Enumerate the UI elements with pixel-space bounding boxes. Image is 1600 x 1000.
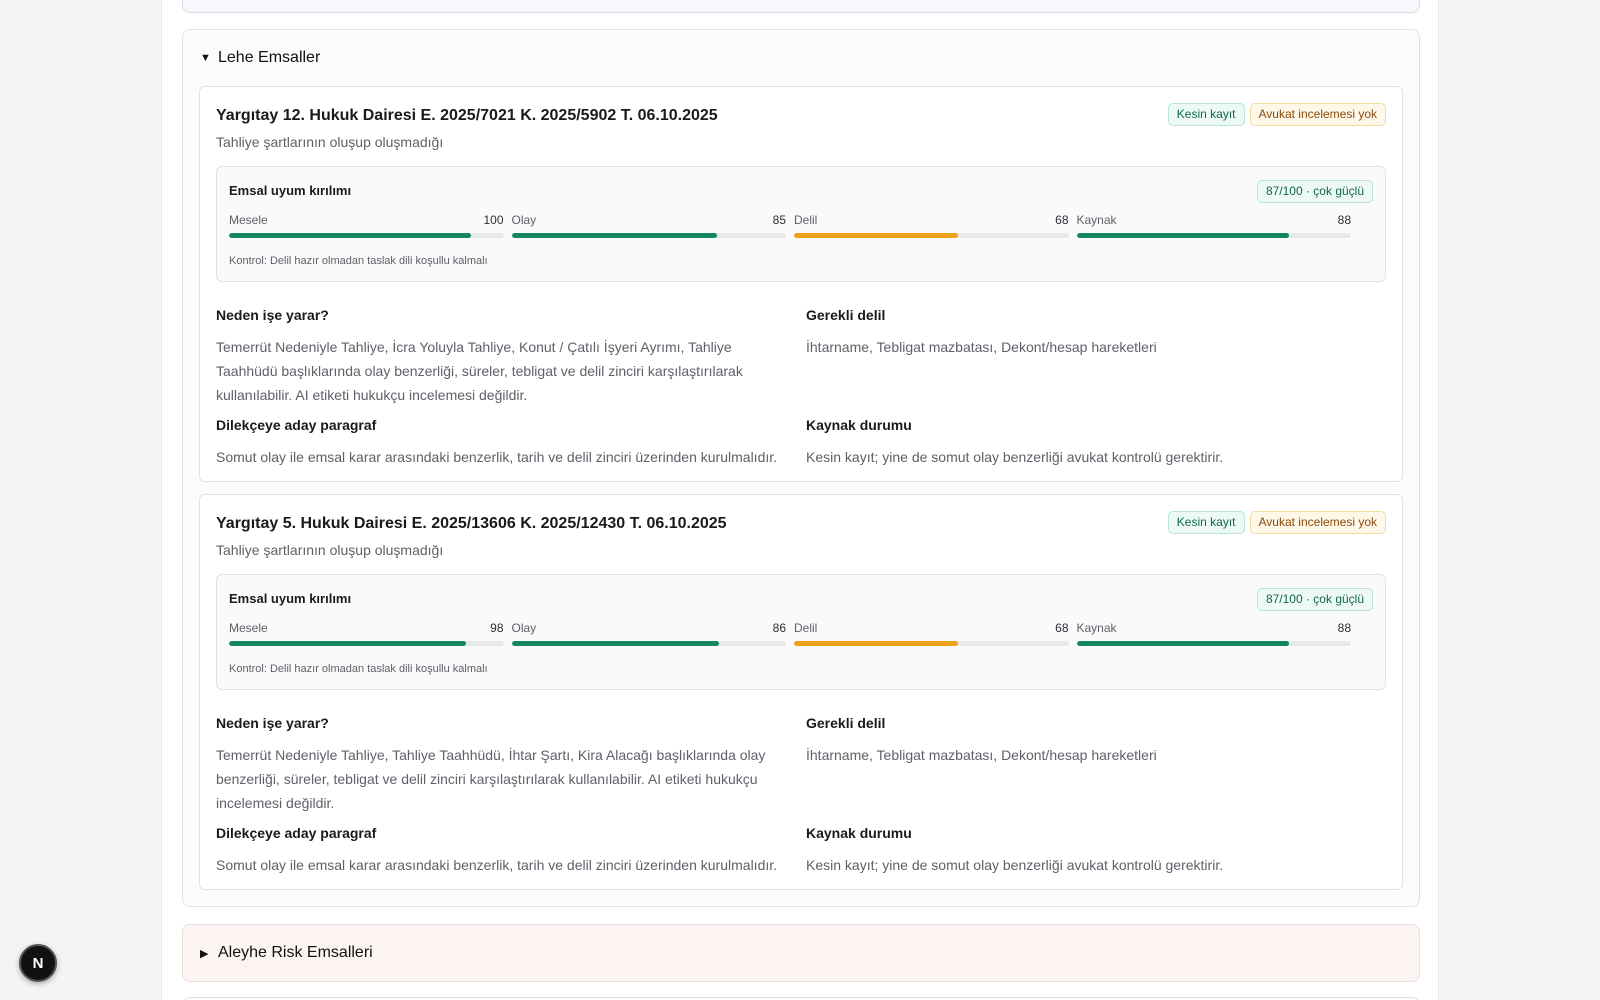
nextjs-logo-icon[interactable]: N — [19, 944, 57, 982]
metric-mesele: Mesele 98 — [229, 621, 504, 646]
aleyhe-risk-toggle[interactable]: ▶ Aleyhe Risk Emsalleri — [200, 944, 373, 962]
lehe-emsaller-section: ▼ Lehe Emsaller Yargıtay 12. Hukuk Daire… — [182, 29, 1420, 907]
metric-fill — [511, 233, 717, 238]
case-subtitle: Tahliye şartlarının oluşup oluşmadığı — [216, 542, 444, 558]
candidate-paragraph-block: Dilekçeye aday paragraf Somut olay ile e… — [216, 825, 796, 877]
why-useful-block: Neden işe yarar? Temerrüt Nedeniyle Tahl… — [216, 715, 796, 815]
metric-track — [511, 233, 786, 238]
metric-value: 100 — [483, 213, 504, 227]
metric-value: 98 — [490, 621, 504, 635]
required-evidence-block: Gerekli delil İhtarname, Tebligat mazbat… — [806, 307, 1386, 359]
source-status-block: Kaynak durumu Kesin kayıt; yine de somut… — [806, 417, 1386, 469]
metric-value: 68 — [1055, 621, 1069, 635]
metric-fill — [1076, 233, 1290, 238]
caret-right-icon: ▶ — [200, 947, 209, 960]
review-status-badge: Avukat incelemesi yok — [1249, 511, 1386, 534]
review-status-badge: Avukat incelemesi yok — [1249, 103, 1386, 126]
metric-olay: Olay 86 — [511, 621, 786, 646]
section-title: Aleyhe Risk Emsalleri — [218, 944, 373, 961]
case-card: Yargıtay 5. Hukuk Dairesi E. 2025/13606 … — [199, 494, 1403, 890]
metric-label: Olay — [511, 213, 537, 227]
metric-fill — [794, 641, 959, 646]
metric-label: Mesele — [229, 621, 268, 635]
case-title[interactable]: Yargıtay 12. Hukuk Dairesi E. 2025/7021 … — [216, 107, 718, 125]
metric-fill — [511, 641, 720, 646]
source-status-block: Kaynak durumu Kesin kayıt; yine de somut… — [806, 825, 1386, 877]
score-title: Emsal uyum kırılımı — [229, 591, 352, 606]
metric-track — [229, 641, 504, 646]
metric-value: 85 — [772, 213, 786, 227]
case-subtitle: Tahliye şartlarının oluşup oluşmadığı — [216, 134, 444, 150]
metric-value: 68 — [1055, 213, 1069, 227]
why-title: Neden işe yarar? — [216, 715, 329, 731]
source-title: Kaynak durumu — [806, 825, 912, 841]
score-breakdown: Emsal uyum kırılımı 87/100 · çok güçlü M… — [216, 166, 1386, 282]
caret-down-icon: ▼ — [200, 52, 211, 64]
score-badge: 87/100 · çok güçlü — [1256, 180, 1373, 203]
metric-fill — [794, 233, 959, 238]
evidence-text: İhtarname, Tebligat mazbatası, Dekont/he… — [806, 339, 1157, 355]
metric-label: Delil — [794, 621, 818, 635]
paragraph-text: Somut olay ile emsal karar arasındaki be… — [216, 857, 778, 873]
metric-fill — [1076, 641, 1290, 646]
source-text: Kesin kayıt; yine de somut olay benzerli… — [806, 449, 1224, 465]
evidence-title: Gerekli delil — [806, 307, 886, 323]
evidence-text: İhtarname, Tebligat mazbatası, Dekont/he… — [806, 747, 1157, 763]
required-evidence-block: Gerekli delil İhtarname, Tebligat mazbat… — [806, 715, 1386, 767]
score-note: Kontrol: Delil hazır olmadan taslak dili… — [229, 663, 488, 675]
metric-label: Mesele — [229, 213, 268, 227]
metric-delil: Delil 68 — [794, 213, 1069, 238]
score-note: Kontrol: Delil hazır olmadan taslak dili… — [229, 255, 488, 267]
metric-label: Olay — [511, 621, 537, 635]
metric-label: Kaynak — [1076, 213, 1117, 227]
case-card: Yargıtay 12. Hukuk Dairesi E. 2025/7021 … — [199, 86, 1403, 482]
metric-fill — [229, 641, 466, 646]
metric-track — [229, 233, 504, 238]
metric-fill — [229, 233, 471, 238]
score-badge: 87/100 · çok güçlü — [1256, 588, 1373, 611]
metric-label: Delil — [794, 213, 818, 227]
why-useful-block: Neden işe yarar? Temerrüt Nedeniyle Tahl… — [216, 307, 796, 407]
case-title[interactable]: Yargıtay 5. Hukuk Dairesi E. 2025/13606 … — [216, 515, 727, 533]
metric-value: 86 — [772, 621, 786, 635]
metric-track — [511, 641, 786, 646]
paragraph-title: Dilekçeye aday paragraf — [216, 825, 377, 841]
section-title: Lehe Emsaller — [218, 49, 321, 66]
score-title: Emsal uyum kırılımı — [229, 183, 352, 198]
aleyhe-risk-section: ▶ Aleyhe Risk Emsalleri — [182, 924, 1420, 982]
source-text: Kesin kayıt; yine de somut olay benzerli… — [806, 857, 1224, 873]
metric-value: 88 — [1337, 621, 1351, 635]
main-content: ▼ Lehe Emsaller Yargıtay 12. Hukuk Daire… — [161, 0, 1439, 1000]
why-text: Temerrüt Nedeniyle Tahliye, İcra Yoluyla… — [216, 339, 743, 403]
metric-label: Kaynak — [1076, 621, 1117, 635]
why-title: Neden işe yarar? — [216, 307, 329, 323]
metric-olay: Olay 85 — [511, 213, 786, 238]
source-title: Kaynak durumu — [806, 417, 912, 433]
previous-section — [182, 0, 1420, 13]
metric-track — [1076, 641, 1351, 646]
record-status-badge: Kesin kayıt — [1167, 511, 1245, 534]
candidate-paragraph-block: Dilekçeye aday paragraf Somut olay ile e… — [216, 417, 796, 469]
metric-track — [794, 641, 1069, 646]
metric-value: 88 — [1337, 213, 1351, 227]
fab-letter: N — [32, 954, 44, 972]
metric-track — [1076, 233, 1351, 238]
paragraph-title: Dilekçeye aday paragraf — [216, 417, 377, 433]
paragraph-text: Somut olay ile emsal karar arasındaki be… — [216, 449, 778, 465]
why-text: Temerrüt Nedeniyle Tahliye, Tahliye Taah… — [216, 747, 766, 811]
evidence-title: Gerekli delil — [806, 715, 886, 731]
metric-mesele: Mesele 100 — [229, 213, 504, 238]
metric-track — [794, 233, 1069, 238]
metric-kaynak: Kaynak 88 — [1076, 621, 1351, 646]
lehe-emsaller-toggle[interactable]: ▼ Lehe Emsaller — [200, 49, 320, 67]
metric-kaynak: Kaynak 88 — [1076, 213, 1351, 238]
record-status-badge: Kesin kayıt — [1167, 103, 1245, 126]
metric-delil: Delil 68 — [794, 621, 1069, 646]
score-breakdown: Emsal uyum kırılımı 87/100 · çok güçlü M… — [216, 574, 1386, 690]
